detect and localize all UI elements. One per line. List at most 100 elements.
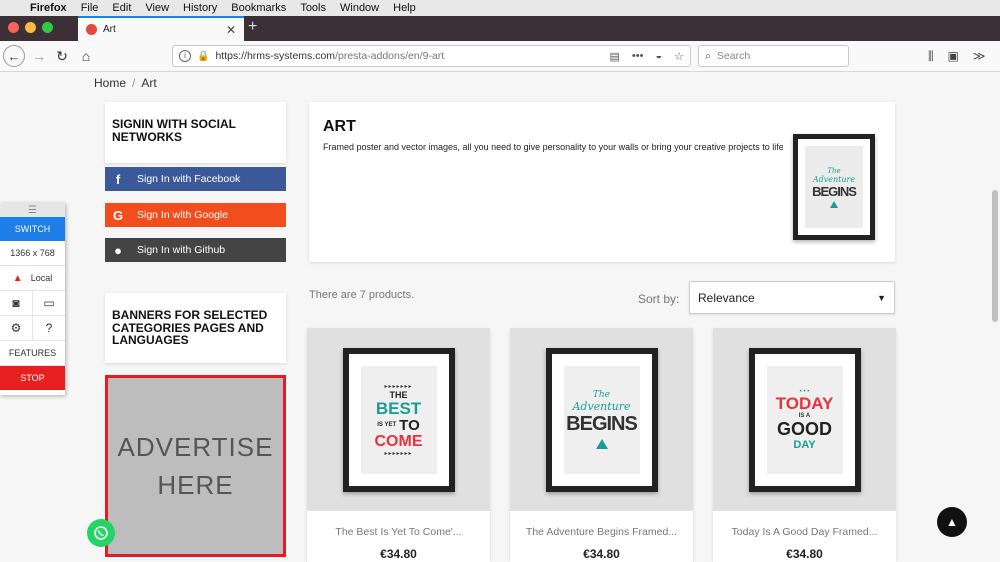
widget-tools-row-1: ◙ ▭ — [0, 291, 65, 316]
breadcrumb: Home / Art — [94, 76, 157, 90]
pocket-icon[interactable]: ◒ — [655, 50, 662, 63]
poster-line-isyet: IS YET — [377, 422, 397, 428]
github-signin-button[interactable]: ● Sign In with Github — [105, 238, 286, 262]
menu-file[interactable]: File — [81, 2, 99, 14]
overflow-menu-icon[interactable]: ≫ — [973, 49, 986, 64]
widget-tools-row-2: ⚙ ? — [0, 316, 65, 341]
sort-label: Sort by: — [638, 292, 680, 306]
poster-line-today: TODAY — [775, 393, 834, 413]
home-button[interactable]: ⌂ — [78, 45, 94, 67]
poster-line-the: THE — [389, 389, 408, 400]
search-input[interactable]: ⌕ Search — [698, 45, 849, 67]
product-card[interactable]: • • • TODAY IS A GOOD DAY Today Is A Goo… — [713, 328, 896, 562]
product-card[interactable]: ▸▸▸▸▸▸▸ THE BEST IS YET TO COME ▸▸▸▸▸▸▸ … — [307, 328, 490, 562]
github-icon: ● — [114, 242, 122, 258]
product-price: €34.80 — [380, 547, 417, 561]
product-card[interactable]: The Adventure BEGINS The Adventure Begin… — [510, 328, 693, 562]
product-image[interactable]: ▸▸▸▸▸▸▸ THE BEST IS YET TO COME ▸▸▸▸▸▸▸ — [307, 328, 490, 511]
search-icon: ⌕ — [705, 49, 711, 62]
close-tab-icon[interactable]: ✕ — [226, 23, 236, 37]
reload-button[interactable]: ↻ — [55, 45, 69, 67]
category-header: ART Framed poster and vector images, all… — [309, 102, 895, 262]
product-image[interactable]: • • • TODAY IS A GOOD DAY — [713, 328, 896, 511]
menu-history[interactable]: History — [183, 2, 217, 14]
tent-icon — [595, 439, 608, 449]
banners-title: BANNERS FOR SELECTED CATEGORIES PAGES AN… — [112, 308, 268, 347]
zoom-window-icon[interactable] — [42, 22, 53, 33]
close-window-icon[interactable] — [8, 22, 19, 33]
tab-art[interactable]: Art ✕ — [78, 16, 244, 41]
library-icon[interactable]: ⫼ — [928, 49, 934, 64]
product-name[interactable]: Today Is A Good Day Framed... — [713, 526, 896, 538]
bookmark-star-icon[interactable]: ☆ — [674, 50, 684, 63]
info-icon[interactable]: i — [179, 50, 191, 62]
whatsapp-icon[interactable] — [87, 519, 115, 547]
poster-line-good: GOOD — [776, 418, 832, 439]
arrow-row-icon: ▸▸▸▸▸▸▸ — [384, 450, 413, 457]
minimize-window-icon[interactable] — [25, 22, 36, 33]
environment-selector[interactable]: ▲ Local — [0, 266, 65, 291]
switch-button[interactable]: SWITCH — [0, 217, 65, 241]
advertise-line-2: HERE — [157, 470, 234, 500]
breadcrumb-home[interactable]: Home — [94, 76, 126, 90]
reader-view-icon[interactable]: ▤ — [610, 50, 620, 63]
resolution-selector[interactable]: 1366 x 768 — [0, 241, 65, 266]
demo-widget: ☰ SWITCH 1366 x 768 ▲ Local ◙ ▭ ⚙ ? FEAT… — [0, 203, 65, 395]
product-image[interactable]: The Adventure BEGINS — [510, 328, 693, 511]
menu-view[interactable]: View — [145, 2, 169, 14]
poster-line-day: DAY — [793, 438, 816, 451]
menu-app-name[interactable]: Firefox — [30, 2, 67, 14]
poster-line-begins: BEGINS — [566, 413, 638, 435]
advertise-banner[interactable]: ADVERTISE HERE — [105, 375, 286, 557]
tab-strip: Art ✕ + — [0, 16, 1000, 41]
google-icon: G — [112, 207, 124, 223]
url-bar[interactable]: i 🔒 https://hrms-systems.com/presta-addo… — [172, 45, 691, 67]
product-name[interactable]: The Adventure Begins Framed... — [510, 526, 693, 538]
gear-icon[interactable]: ⚙ — [0, 316, 33, 340]
sidebar-icon[interactable]: ▣ — [948, 49, 959, 64]
help-icon[interactable]: ? — [33, 316, 65, 340]
product-name[interactable]: The Best Is Yet To Come'... — [307, 526, 490, 538]
sort-select[interactable]: Relevance ▼ — [689, 281, 895, 314]
menu-edit[interactable]: Edit — [112, 2, 131, 14]
product-count: There are 7 products. — [309, 289, 415, 301]
menu-window[interactable]: Window — [340, 2, 379, 14]
os-menubar: Firefox File Edit View History Bookmarks… — [0, 0, 1000, 16]
poster-line-the: The — [592, 390, 611, 400]
environment-label: Local — [30, 273, 53, 283]
tab-title: Art — [103, 24, 116, 35]
camera-icon[interactable]: ◙ — [0, 291, 33, 315]
category-poster-begins: BEGINS — [812, 183, 857, 199]
new-tab-button[interactable]: + — [248, 18, 257, 36]
google-signin-button[interactable]: G Sign In with Google — [105, 203, 286, 227]
favicon-icon — [86, 24, 97, 35]
sort-value: Relevance — [698, 290, 755, 305]
lock-icon[interactable]: 🔒 — [197, 51, 209, 62]
facebook-signin-button[interactable]: f Sign In with Facebook — [105, 167, 286, 191]
arrow-row-icon: ▸▸▸▸▸▸▸ — [384, 383, 413, 390]
windows-icon[interactable]: ▭ — [33, 291, 65, 315]
poster-line-best: BEST — [375, 398, 422, 418]
menu-bookmarks[interactable]: Bookmarks — [231, 2, 286, 14]
stop-button[interactable]: STOP — [0, 366, 65, 390]
facebook-icon: f — [115, 171, 121, 187]
search-placeholder: Search — [716, 50, 751, 62]
product-price: €34.80 — [786, 547, 823, 561]
page-scrollbar[interactable] — [992, 190, 998, 322]
page-actions-icon[interactable]: ••• — [632, 50, 644, 63]
back-button[interactable]: ← — [3, 45, 25, 67]
menu-help[interactable]: Help — [393, 2, 416, 14]
tent-icon — [830, 200, 838, 208]
category-poster-adventure: Adventure — [812, 174, 856, 184]
url-domain: https://hrms-systems.com — [215, 50, 336, 62]
category-description: Framed poster and vector images, all you… — [323, 142, 783, 152]
page-content: Home / Art SIGNIN WITH SOCIAL NETWORKS f S… — [0, 72, 1000, 562]
forward-button[interactable]: → — [32, 45, 46, 67]
advertise-line-1: ADVERTISE — [117, 432, 274, 462]
drag-handle-icon[interactable]: ☰ — [0, 203, 65, 217]
menu-tools[interactable]: Tools — [300, 2, 326, 14]
back-to-top-button[interactable]: ▲ — [937, 507, 967, 537]
breadcrumb-current[interactable]: Art — [141, 76, 156, 90]
social-login-box: SIGNIN WITH SOCIAL NETWORKS — [105, 102, 286, 163]
features-button[interactable]: FEATURES — [0, 341, 65, 366]
